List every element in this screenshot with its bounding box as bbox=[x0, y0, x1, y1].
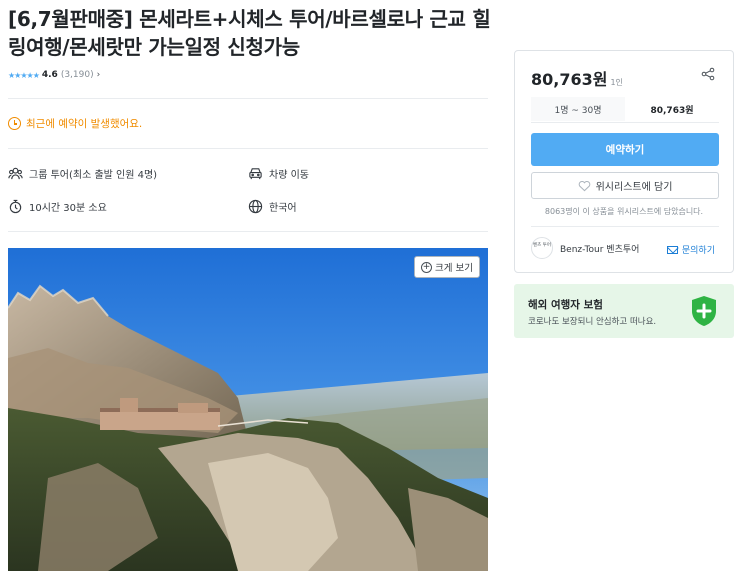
wishlist-button[interactable]: 위시리스트에 담기 bbox=[531, 172, 719, 199]
montserrat-landscape-image bbox=[8, 248, 488, 571]
tour-main-photo[interactable]: + 크게 보기 bbox=[8, 248, 488, 571]
info-transport: 차량 이동 bbox=[248, 166, 309, 181]
wishlist-count-text: 8063명이 이 상품을 위시리스트에 담았습니다. bbox=[544, 207, 704, 216]
review-count: (3,190) bbox=[60, 70, 94, 80]
group-icon bbox=[8, 167, 23, 180]
seller-logo: 벤츠 투어 bbox=[531, 237, 553, 259]
duration-text: 10시간 30분 소요 bbox=[29, 203, 107, 214]
product-title: [6,7월판매중] 몬세라트+시체스 투어/바르셀로나 근교 힐링여행/몬세랏만… bbox=[8, 7, 491, 59]
recent-booking-text: 최근에 예약이 발생했어요. bbox=[26, 118, 143, 130]
shield-plus-icon bbox=[692, 296, 716, 326]
globe-icon bbox=[248, 199, 263, 214]
car-icon bbox=[249, 168, 262, 180]
star-rating-icon: ★★★★★ bbox=[8, 70, 40, 80]
divider bbox=[531, 226, 719, 227]
zoom-view-button[interactable]: + 크게 보기 bbox=[414, 256, 480, 278]
info-language: 한국어 bbox=[248, 199, 297, 214]
divider bbox=[8, 231, 488, 232]
mail-icon bbox=[666, 245, 678, 254]
people-range: 1명 ~ 30명 bbox=[531, 97, 625, 121]
heart-icon bbox=[578, 180, 590, 191]
range-price: 80,763원 bbox=[650, 105, 694, 116]
inquiry-button[interactable]: 문의하기 bbox=[666, 243, 715, 256]
alert-clock-icon bbox=[8, 117, 21, 130]
price-unit: 1인 bbox=[610, 78, 623, 87]
book-button[interactable]: 예약하기 bbox=[531, 133, 719, 166]
wishlist-label: 위시리스트에 담기 bbox=[595, 182, 673, 193]
tour-type-text: 그룹 투어(최소 출발 인원 4명) bbox=[29, 170, 158, 181]
divider bbox=[8, 98, 488, 99]
price-value: 80,763원 bbox=[531, 70, 608, 89]
zoom-view-label: 크게 보기 bbox=[435, 263, 473, 274]
insurance-description: 코로나도 보장되니 안심하고 떠나요. bbox=[528, 317, 657, 327]
seller-info[interactable]: 벤츠 투어 Benz-Tour 벤츠투어 bbox=[531, 237, 639, 259]
chevron-right-icon: › bbox=[96, 70, 101, 80]
seller-name: Benz-Tour 벤츠투어 bbox=[560, 244, 640, 255]
rating-score: 4.6 bbox=[41, 70, 58, 80]
price-display: 80,763원 1인 bbox=[531, 66, 623, 90]
share-icon[interactable] bbox=[701, 67, 715, 81]
clock-icon bbox=[9, 199, 22, 214]
travel-insurance-banner[interactable]: 해외 여행자 보험 코로나도 보장되니 안심하고 떠나요. bbox=[514, 284, 734, 338]
divider bbox=[531, 122, 719, 123]
transport-text: 차량 이동 bbox=[269, 170, 309, 181]
info-duration: 10시간 30분 소요 bbox=[8, 199, 107, 214]
zoom-plus-icon: + bbox=[421, 261, 433, 273]
inquiry-label: 문의하기 bbox=[681, 246, 715, 256]
people-range-row: 1명 ~ 30명 80,763원 bbox=[531, 97, 719, 121]
booking-card: 80,763원 1인 1명 ~ 30명 80,763원 예약하기 위시리스트에 담… bbox=[514, 50, 734, 273]
rating-summary[interactable]: ★★★★★ 4.6 (3,190) › bbox=[8, 70, 100, 80]
language-text: 한국어 bbox=[269, 203, 297, 214]
recent-booking-notice: 최근에 예약이 발생했어요. bbox=[8, 116, 142, 131]
divider bbox=[8, 148, 488, 149]
info-tour-type: 그룹 투어(최소 출발 인원 4명) bbox=[8, 166, 157, 181]
insurance-title: 해외 여행자 보험 bbox=[528, 299, 603, 311]
